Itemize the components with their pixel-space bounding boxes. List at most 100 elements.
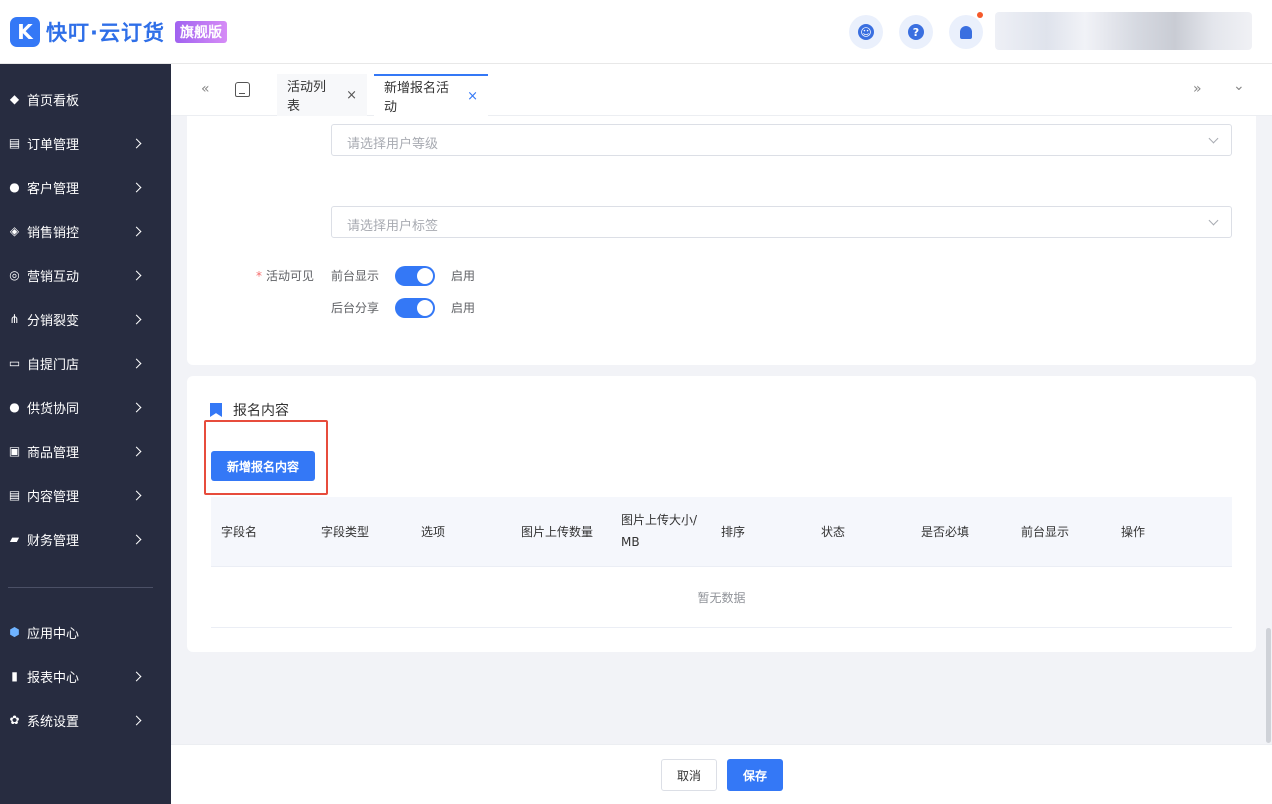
sidebar-item-finance[interactable]: ▰ 财务管理 — [0, 517, 171, 561]
sidebar-item-goods[interactable]: ▣ 商品管理 — [0, 429, 171, 473]
chevron-down-icon — [1208, 133, 1219, 144]
sidebar-item-marketing[interactable]: ◎ 营销互动 — [0, 253, 171, 297]
notification-button[interactable] — [949, 12, 983, 49]
chevron-right-icon — [131, 534, 142, 544]
activity-visible-label: * 活动可见 — [256, 267, 314, 284]
column-header: 前台显示 — [1021, 525, 1070, 539]
column-header: 图片上传数量 — [521, 525, 594, 539]
help-button[interactable]: ? — [899, 15, 933, 49]
sidebar-item-settings[interactable]: ✿ 系统设置 — [0, 698, 171, 742]
finance-icon: ▰ — [9, 532, 20, 546]
column-header: 操作 — [1121, 525, 1146, 539]
hierarchy-icon: ⋔ — [9, 312, 20, 326]
chevron-right-icon — [131, 490, 142, 500]
chevron-right-icon — [131, 402, 142, 412]
chevron-right-icon — [131, 358, 142, 368]
tabs-scroll-left-icon[interactable]: « — [201, 81, 210, 97]
bell-icon — [960, 25, 972, 39]
select-placeholder: 请选择用户等级 — [347, 137, 439, 152]
sidebar: ◆ 首页看板 ▤ 订单管理 ● 客户管理 ◈ 销售销控 ◎ 营销互动 ⋔ 分销裂… — [0, 64, 171, 804]
front-display-state: 启用 — [451, 269, 476, 283]
add-signup-content-button[interactable]: 新增报名内容 — [211, 451, 315, 481]
tab-activity-list[interactable]: 活动列表 × — [277, 74, 367, 116]
close-icon[interactable]: × — [346, 88, 357, 103]
sidebar-item-label: 商品管理 — [27, 445, 80, 461]
sidebar-item-pickup-store[interactable]: ▭ 自提门店 — [0, 341, 171, 385]
gear-icon: ✿ — [9, 713, 20, 727]
chevron-right-icon — [131, 446, 142, 456]
table-empty-state: 暂无数据 — [211, 568, 1232, 628]
tabs-scroll-right-icon[interactable]: » — [1193, 81, 1202, 97]
chevron-right-icon — [131, 182, 142, 192]
activity-visible-text: 活动可见 — [266, 269, 315, 283]
sidebar-divider — [8, 587, 153, 588]
customer-service-icon: ☺ — [858, 24, 874, 40]
sidebar-item-app-center[interactable]: ⬢ 应用中心 — [0, 610, 171, 654]
page-scrollbar[interactable] — [1266, 628, 1271, 743]
sidebar-item-label: 内容管理 — [27, 489, 80, 505]
sidebar-item-distribution[interactable]: ⋔ 分销裂变 — [0, 297, 171, 341]
save-button[interactable]: 保存 — [727, 759, 783, 791]
tab-bar: « 活动列表 × 新增报名活动 × » ⌄ — [171, 64, 1272, 116]
sidebar-item-label: 营销互动 — [27, 269, 80, 285]
front-display-toggle[interactable] — [395, 266, 435, 286]
form-footer: 取消 保存 — [171, 744, 1272, 804]
close-icon[interactable]: × — [467, 89, 478, 104]
front-display-label: 前台显示 — [331, 269, 380, 283]
column-header: 字段类型 — [321, 525, 370, 539]
back-share-label: 后台分享 — [331, 301, 380, 315]
tab-label: 活动列表 — [287, 80, 327, 114]
app-logo[interactable]: K 快叮·云订货 旗舰版 — [10, 17, 227, 47]
chevron-right-icon — [131, 715, 142, 725]
column-header: 图片上传大小/ MB — [621, 513, 698, 549]
help-icon: ? — [908, 24, 924, 40]
sidebar-item-label: 自提门店 — [27, 357, 80, 373]
sidebar-item-supply[interactable]: ● 供货协同 — [0, 385, 171, 429]
select-placeholder: 请选择用户标签 — [347, 219, 439, 234]
dashboard-icon: ◆ — [9, 92, 20, 106]
sidebar-item-customers[interactable]: ● 客户管理 — [0, 165, 171, 209]
bookmark-icon — [210, 403, 222, 417]
chevron-right-icon — [131, 671, 142, 681]
sidebar-item-label: 首页看板 — [27, 93, 80, 109]
sidebar-item-label: 订单管理 — [27, 137, 80, 153]
toggle-knob — [417, 300, 433, 316]
user-tag-select[interactable]: 请选择用户标签 — [331, 206, 1232, 238]
sidebar-item-sales[interactable]: ◈ 销售销控 — [0, 209, 171, 253]
tab-label: 新增报名活动 — [384, 81, 450, 115]
user-account-blurred[interactable] — [995, 12, 1252, 50]
required-mark: * — [256, 269, 262, 283]
column-header: 是否必填 — [921, 525, 970, 539]
sales-tag-icon: ◈ — [9, 224, 20, 238]
content-doc-icon: ▤ — [8, 488, 21, 502]
sidebar-item-label: 销售销控 — [27, 225, 80, 241]
column-header: 字段名 — [221, 525, 258, 539]
store-icon: ▭ — [8, 356, 21, 370]
section-title: 报名内容 — [210, 400, 289, 420]
sidebar-item-orders[interactable]: ▤ 订单管理 — [0, 121, 171, 165]
sidebar-item-reports[interactable]: ▮ 报表中心 — [0, 654, 171, 698]
order-icon: ▤ — [8, 136, 21, 150]
edition-badge: 旗舰版 — [174, 21, 227, 43]
goods-bag-icon: ▣ — [8, 444, 21, 458]
sidebar-item-content[interactable]: ▤ 内容管理 — [0, 473, 171, 517]
sidebar-item-label: 供货协同 — [27, 401, 80, 417]
chevron-down-icon — [1208, 215, 1219, 226]
sidebar-item-dashboard[interactable]: ◆ 首页看板 — [0, 77, 171, 121]
chevron-right-icon — [131, 270, 142, 280]
logo-icon: K — [10, 17, 40, 47]
column-header: 选项 — [421, 525, 446, 539]
user-level-select[interactable]: 请选择用户等级 — [331, 124, 1232, 156]
sidebar-item-label: 财务管理 — [27, 533, 80, 549]
cancel-button[interactable]: 取消 — [661, 759, 717, 791]
back-share-toggle[interactable] — [395, 298, 435, 318]
toggle-knob — [417, 268, 433, 284]
column-header: 状态 — [821, 525, 846, 539]
top-header: K 快叮·云订货 旗舰版 ☺ ? — [0, 0, 1272, 64]
sidebar-item-label: 报表中心 — [27, 670, 80, 686]
back-share-state: 启用 — [451, 301, 476, 315]
home-tab-icon[interactable] — [235, 82, 250, 97]
chevron-down-icon[interactable]: ⌄ — [1233, 78, 1245, 94]
tab-new-signup-activity[interactable]: 新增报名活动 × — [374, 74, 488, 116]
customer-service-button[interactable]: ☺ — [849, 15, 883, 49]
